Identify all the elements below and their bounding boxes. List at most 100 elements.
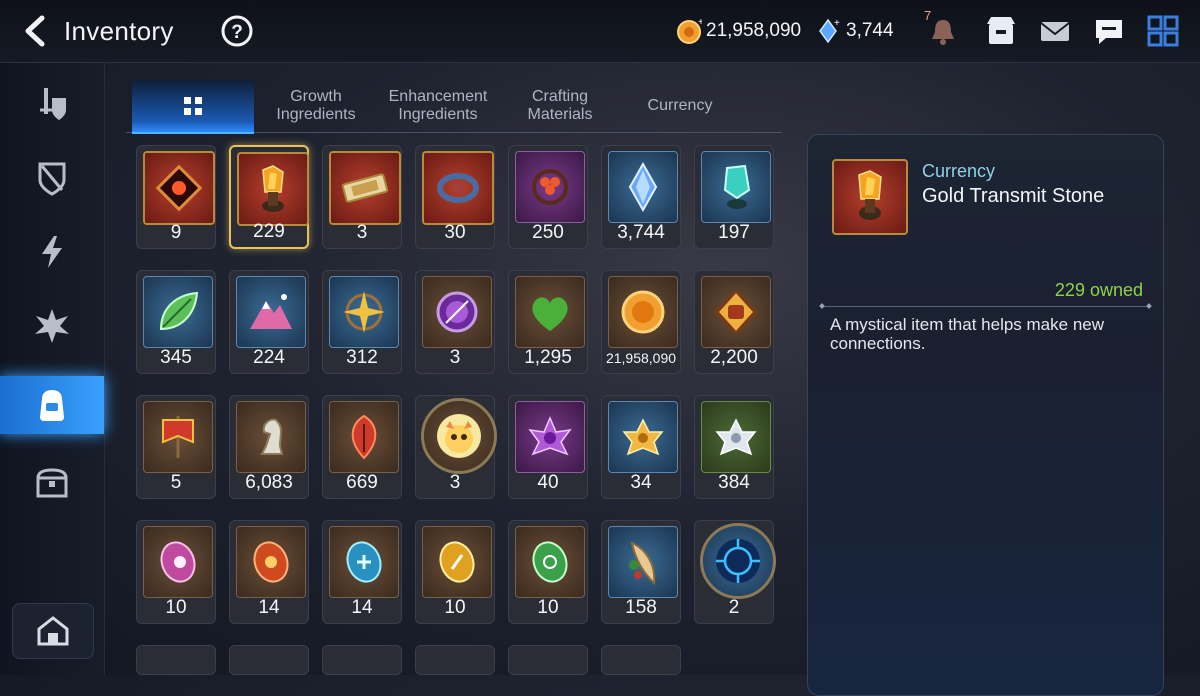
green-heart-icon — [532, 297, 568, 331]
item-count: 3,744 — [617, 222, 665, 243]
inventory-item-slot[interactable]: 5 — [136, 395, 216, 499]
sidebar-item-equipment[interactable] — [0, 75, 104, 133]
inventory-item-slot[interactable]: 1,295 — [508, 270, 588, 374]
crystal-amount: 3,744 — [846, 20, 894, 41]
inventory-item-slot[interactable] — [415, 645, 495, 675]
inventory-item-slot[interactable]: 224 — [229, 270, 309, 374]
inventory-item-slot[interactable] — [136, 645, 216, 675]
inventory-item-slot[interactable]: 14 — [322, 520, 402, 624]
sidebar-home-button[interactable] — [12, 603, 94, 659]
item-image — [329, 526, 399, 598]
grid-icon — [184, 97, 202, 115]
detail-divider — [822, 306, 1149, 307]
inventory-item-slot[interactable]: 10 — [136, 520, 216, 624]
tab-currency[interactable]: Currency — [622, 80, 738, 132]
item-image — [421, 398, 497, 474]
inventory-item-slot[interactable]: 14 — [229, 520, 309, 624]
sidebar-item-artifacts[interactable] — [0, 149, 104, 207]
sidebar-item-catalysts[interactable] — [0, 223, 104, 281]
help-icon[interactable]: ? — [220, 14, 254, 48]
item-image — [608, 151, 678, 223]
inventory-item-slot[interactable]: 10 — [415, 520, 495, 624]
item-count: 14 — [258, 597, 280, 618]
banner-icon — [162, 416, 194, 458]
item-image — [700, 523, 776, 599]
gold-transmit-stone-icon — [858, 170, 882, 220]
tab-crafting-materials[interactable]: Crafting Materials — [502, 80, 618, 132]
inventory-item-slot[interactable] — [229, 645, 309, 675]
inventory-item-slot[interactable]: 669 — [322, 395, 402, 499]
gold-lotus-icon — [622, 418, 664, 456]
inventory-item-slot[interactable]: 21,958,090 — [601, 270, 681, 374]
inventory-item-slot[interactable]: 229 — [229, 145, 309, 249]
tab-growth-ingredients[interactable]: Growth Ingredients — [258, 80, 374, 132]
item-count: 3 — [356, 222, 368, 243]
item-count: 158 — [625, 597, 657, 618]
notification-button[interactable]: 7 — [924, 8, 962, 50]
inventory-item-slot[interactable]: 2,200 — [694, 270, 774, 374]
item-image — [608, 276, 678, 348]
item-image — [329, 151, 401, 225]
inventory-item-slot[interactable]: 40 — [508, 395, 588, 499]
flower-charm-icon — [532, 169, 568, 205]
gold-display[interactable]: + 21,958,090 — [676, 18, 801, 44]
mail-icon[interactable] — [1036, 12, 1074, 50]
item-count: 345 — [160, 347, 192, 368]
broken-shield-icon — [38, 162, 66, 196]
item-count: 224 — [253, 347, 285, 368]
gold-transmit-stone-icon — [262, 165, 284, 212]
sidebar-item-materials[interactable] — [0, 376, 104, 434]
inventory-item-slot[interactable]: 3 — [322, 145, 402, 249]
item-count: 2,200 — [710, 347, 758, 368]
gold-coin-icon: + — [677, 18, 702, 44]
item-image — [329, 401, 399, 473]
tab-all[interactable] — [132, 80, 254, 134]
inventory-item-slot[interactable]: 250 — [508, 145, 588, 249]
item-count: 21,958,090 — [605, 350, 677, 366]
item-count: 3 — [449, 472, 461, 493]
back-arrow-icon[interactable] — [18, 14, 52, 48]
gold-amount: 21,958,090 — [706, 20, 802, 41]
item-image — [422, 276, 492, 348]
inventory-item-slot[interactable]: 9 — [136, 145, 216, 249]
shop-icon[interactable] — [982, 12, 1020, 50]
inventory-item-slot[interactable]: 2 — [694, 520, 776, 624]
inventory-item-slot[interactable] — [322, 645, 402, 675]
crystal-display[interactable]: + 3,744 — [816, 18, 894, 44]
item-count: 10 — [444, 597, 466, 618]
sidebar-item-specialty[interactable] — [0, 297, 104, 355]
inventory-item-slot[interactable]: 3 — [415, 395, 497, 499]
knight-piece-icon — [260, 418, 284, 455]
chest-icon — [36, 468, 68, 498]
leaf-icon — [159, 291, 199, 331]
inventory-item-slot[interactable]: 345 — [136, 270, 216, 374]
purple-lotus-icon — [528, 416, 572, 456]
item-count: 384 — [718, 472, 750, 493]
tab-enhancement-ingredients[interactable]: Enhancement Ingredients — [378, 80, 498, 132]
grid-menu-icon[interactable] — [1144, 12, 1182, 50]
inventory-item-slot[interactable]: 3,744 — [601, 145, 681, 249]
inventory-item-slot[interactable]: 10 — [508, 520, 588, 624]
inventory-item-slot[interactable]: 34 — [601, 395, 681, 499]
inventory-item-slot[interactable] — [508, 645, 588, 675]
sidebar-item-chests[interactable] — [0, 453, 104, 511]
item-image — [608, 526, 678, 598]
item-image — [422, 151, 494, 225]
bag-icon — [40, 390, 64, 421]
purple-seal-icon — [436, 291, 478, 333]
inventory-item-slot[interactable]: 197 — [694, 145, 774, 249]
inventory-item-slot[interactable]: 384 — [694, 395, 774, 499]
item-image — [515, 526, 585, 598]
svg-text:?: ? — [231, 22, 243, 43]
inventory-item-slot[interactable]: 6,083 — [229, 395, 309, 499]
teal-crystal-icon — [723, 164, 751, 209]
inventory-item-slot[interactable] — [601, 645, 681, 675]
inventory-item-slot[interactable]: 30 — [415, 145, 495, 249]
chat-icon[interactable] — [1090, 12, 1128, 50]
inventory-item-slot[interactable]: 3 — [415, 270, 495, 374]
inventory-item-slot[interactable]: 312 — [322, 270, 402, 374]
inventory-item-slot[interactable]: 158 — [601, 520, 681, 624]
item-count: 34 — [630, 472, 652, 493]
item-image — [515, 276, 585, 348]
item-image — [236, 401, 306, 473]
